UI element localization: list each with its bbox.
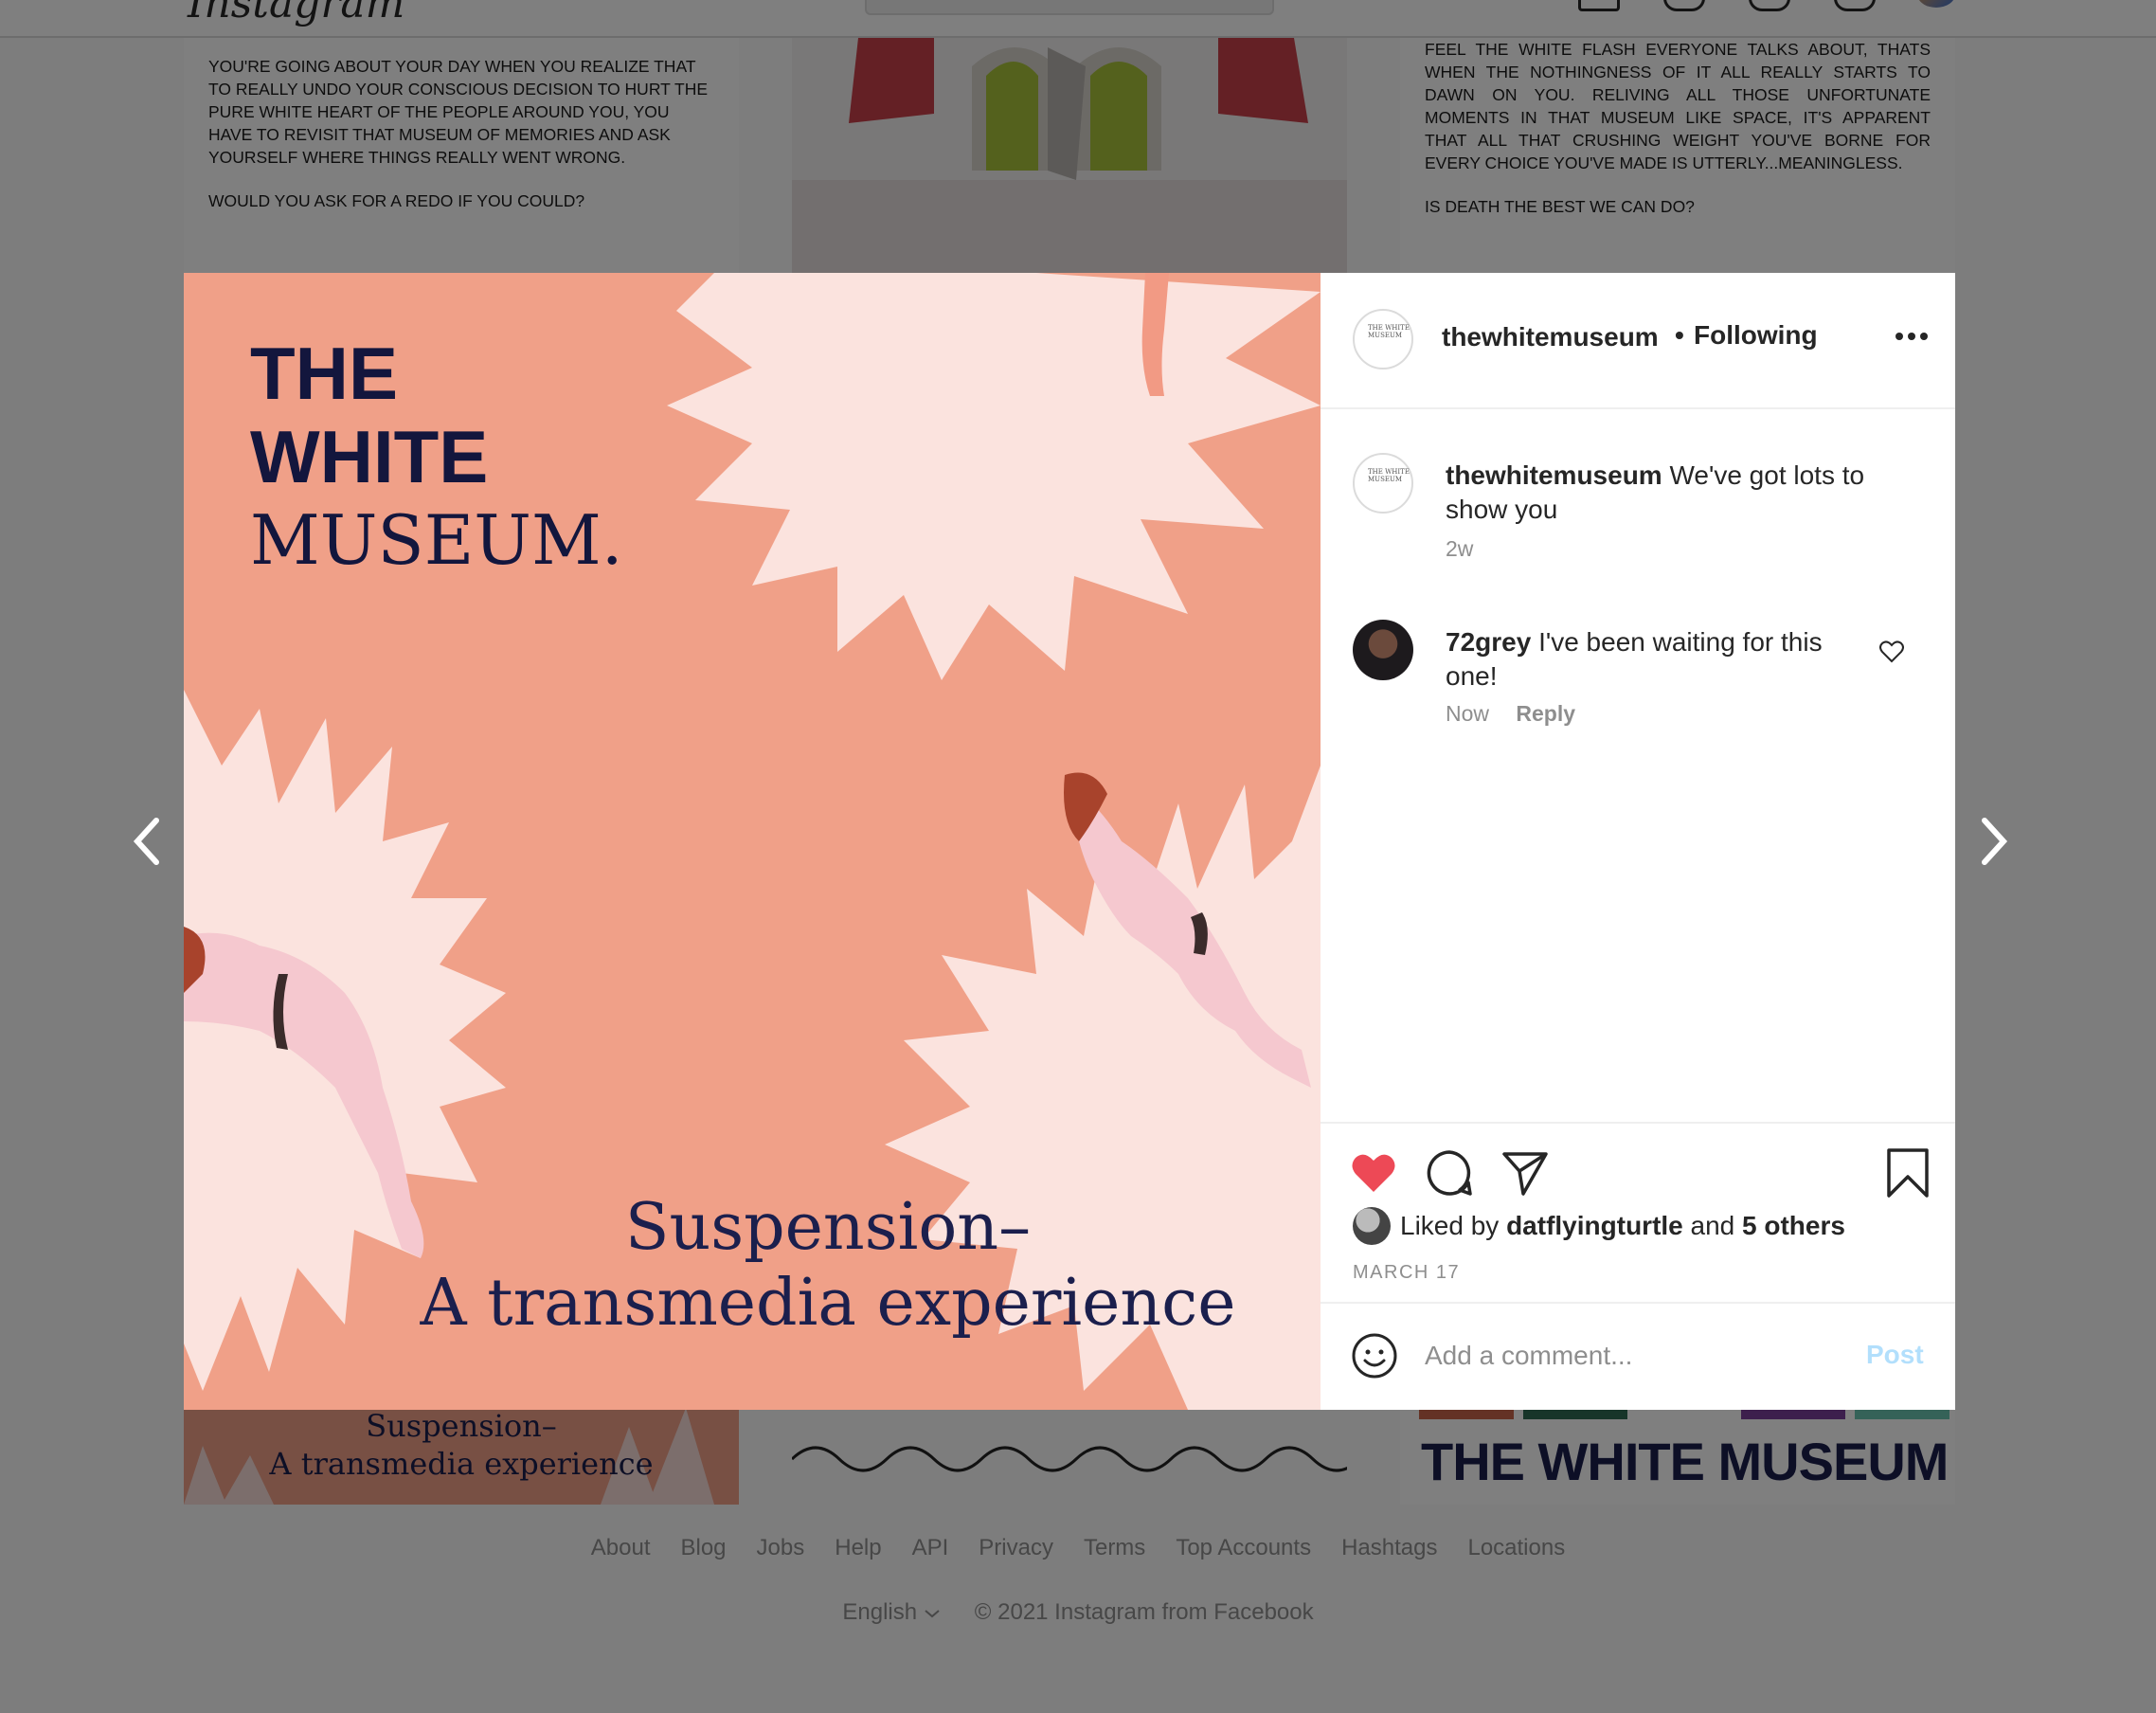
like-heart-icon[interactable] bbox=[1349, 1148, 1398, 1198]
post-header: THE WHITE MUSEUM thewhitemuseum • Follow… bbox=[1321, 273, 1955, 409]
media-title-line: MUSEUM. bbox=[250, 500, 623, 580]
post-image[interactable]: THE WHITE MUSEUM. Suspension– A transmed… bbox=[184, 273, 1321, 1410]
likes-prefix: Liked by bbox=[1400, 1211, 1500, 1240]
emoji-icon[interactable] bbox=[1351, 1332, 1398, 1379]
comment-timestamp[interactable]: Now bbox=[1446, 701, 1489, 726]
caption-username[interactable]: thewhitemuseum bbox=[1446, 460, 1662, 490]
media-title-line: THE bbox=[250, 332, 398, 415]
caption-body: thewhitemuseum We've got lots to show yo… bbox=[1446, 459, 1891, 527]
comment-meta: Now Reply bbox=[1446, 701, 1575, 727]
following-button[interactable]: Following bbox=[1694, 320, 1818, 351]
media-title: THE WHITE MUSEUM. bbox=[250, 332, 623, 582]
liker-username[interactable]: datflyingturtle bbox=[1506, 1211, 1683, 1240]
save-bookmark-icon[interactable] bbox=[1883, 1148, 1932, 1198]
media-subtitle: Suspension– A transmedia experience bbox=[354, 1190, 1302, 1342]
caption-timestamp[interactable]: 2w bbox=[1446, 536, 1473, 562]
post-author-username[interactable]: thewhitemuseum bbox=[1442, 322, 1659, 352]
post-sidebar: THE WHITE MUSEUM thewhitemuseum • Follow… bbox=[1321, 273, 1955, 1410]
commenter-avatar[interactable] bbox=[1353, 620, 1413, 680]
separator-dot: • bbox=[1675, 320, 1684, 350]
post-comment-button[interactable]: Post bbox=[1866, 1340, 1924, 1370]
comment-icon[interactable] bbox=[1425, 1148, 1474, 1198]
account-avatar[interactable]: THE WHITE MUSEUM bbox=[1353, 309, 1413, 370]
likes-others-link[interactable]: 5 others bbox=[1742, 1211, 1845, 1240]
add-comment-bar: Post bbox=[1321, 1302, 1955, 1410]
more-options-icon[interactable] bbox=[1895, 332, 1929, 341]
avatar-logo-text: THE WHITE MUSEUM bbox=[1368, 468, 1410, 483]
caption-avatar[interactable]: THE WHITE MUSEUM bbox=[1353, 453, 1413, 514]
media-subtitle-line: A transmedia experience bbox=[420, 1266, 1236, 1341]
comment-username[interactable]: 72grey bbox=[1446, 627, 1531, 657]
comment-input[interactable] bbox=[1425, 1332, 1842, 1379]
media-title-line: WHITE bbox=[250, 415, 489, 498]
liker-avatar[interactable] bbox=[1353, 1207, 1391, 1245]
comment-body: 72grey I've been waiting for this one! bbox=[1446, 625, 1853, 694]
comment-like-heart-icon[interactable] bbox=[1879, 640, 1904, 663]
post-actions: Liked by datflyingturtle and 5 others MA… bbox=[1321, 1122, 1955, 1311]
likes-summary: Liked by datflyingturtle and 5 others bbox=[1353, 1207, 1845, 1245]
post-date[interactable]: MARCH 17 bbox=[1353, 1262, 1460, 1284]
previous-post-arrow-icon[interactable] bbox=[126, 813, 168, 870]
reply-button[interactable]: Reply bbox=[1516, 701, 1575, 726]
likes-joiner: and bbox=[1690, 1211, 1735, 1240]
avatar-logo-text: THE WHITE MUSEUM bbox=[1368, 324, 1410, 339]
share-send-icon[interactable] bbox=[1500, 1148, 1550, 1198]
next-post-arrow-icon[interactable] bbox=[1973, 813, 2015, 870]
media-subtitle-line: Suspension– bbox=[624, 1190, 1032, 1265]
